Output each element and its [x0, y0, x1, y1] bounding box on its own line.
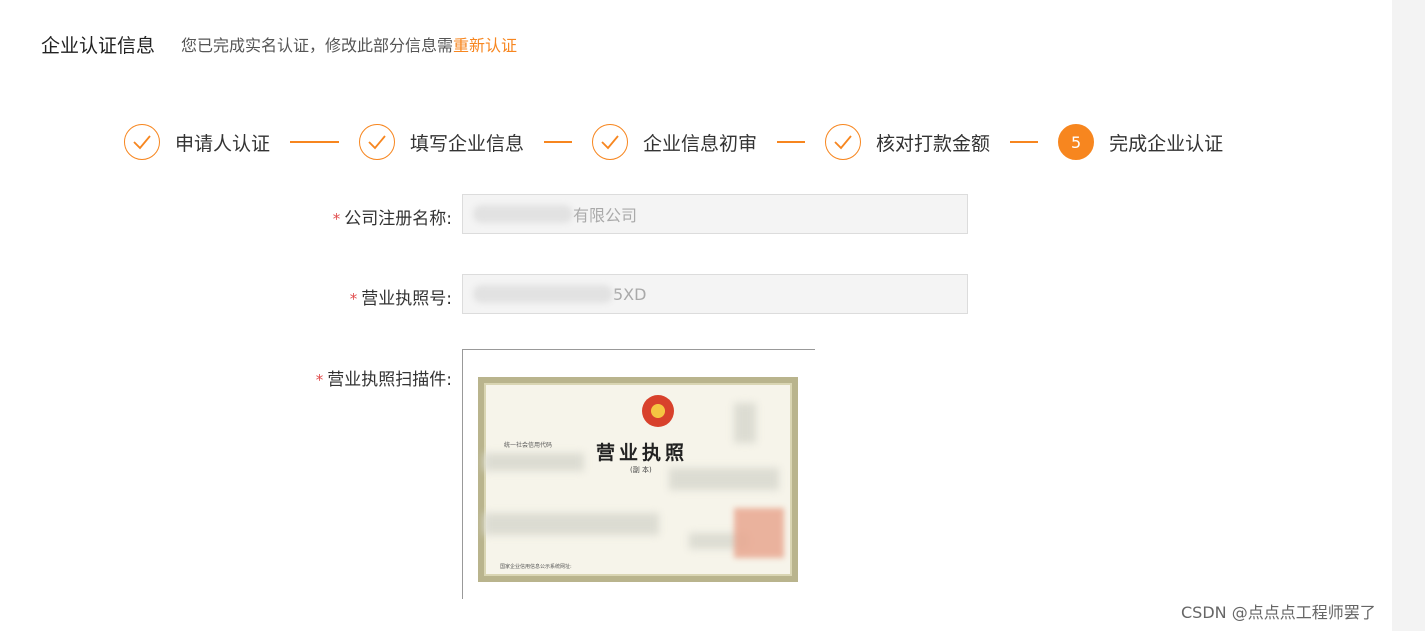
national-emblem-icon [642, 395, 674, 427]
company-name-field[interactable]: 有限公司 [462, 194, 968, 234]
progress-steps: 申请人认证 填写企业信息 企业信息初审 核对打款金额 5 完成企业认证 [124, 122, 1223, 162]
required-mark: * [332, 210, 341, 228]
required-mark: * [349, 290, 358, 308]
step-company-info: 填写企业信息 [359, 124, 524, 160]
scrollbar-track[interactable] [1392, 0, 1425, 631]
form-row-license-no: * 营业执照号: 5XD [0, 274, 1000, 314]
preview-border [462, 349, 815, 350]
stamp-seal [734, 508, 784, 558]
step-label: 核对打款金额 [876, 132, 991, 155]
check-icon [825, 124, 862, 160]
step-label: 填写企业信息 [410, 132, 525, 155]
company-name-value: 有限公司 [573, 206, 638, 225]
check-icon [359, 124, 396, 160]
label-text: 公司注册名称: [344, 209, 452, 229]
license-number-field[interactable]: 5XD [462, 274, 968, 314]
redacted-area [734, 403, 756, 443]
step-complete: 5 完成企业认证 [1058, 124, 1223, 160]
redacted-area [484, 453, 584, 471]
license-number-value: 5XD [613, 284, 647, 304]
step-label: 企业信息初审 [643, 132, 758, 155]
license-scan-preview[interactable]: 统一社会信用代码 营业执照 (副 本) 国家企业信用信息公示系统网址: [462, 349, 815, 599]
step-connector [290, 141, 340, 143]
label-text: 营业执照扫描件: [327, 370, 452, 390]
field-label: * 公司注册名称: [333, 204, 452, 229]
redacted-value [473, 205, 573, 223]
step-connector [544, 141, 573, 143]
redacted-value [473, 285, 613, 303]
source-watermark: CSDN @点点点工程师罢了 [1181, 603, 1376, 622]
preview-border [462, 349, 463, 599]
step-verify-payment: 核对打款金额 [825, 124, 990, 160]
reauth-link[interactable]: 重新认证 [453, 36, 517, 55]
step-label: 完成企业认证 [1109, 132, 1224, 155]
auth-notice: 您已完成实名认证，修改此部分信息需重新认证 [181, 32, 517, 56]
page-title: 企业认证信息 [41, 34, 156, 57]
step-number-badge: 5 [1058, 124, 1095, 160]
business-license-image: 统一社会信用代码 营业执照 (副 本) 国家企业信用信息公示系统网址: [478, 377, 798, 582]
certificate-title: 营业执照 [596, 442, 689, 464]
check-icon [592, 124, 629, 160]
redacted-area [484, 513, 659, 535]
step-initial-review: 企业信息初审 [592, 124, 757, 160]
notice-text: 您已完成实名认证，修改此部分信息需 [181, 36, 454, 55]
step-applicant: 申请人认证 [124, 124, 270, 160]
step-connector [1010, 141, 1039, 143]
form-row-company-name: * 公司注册名称: 有限公司 [0, 194, 1000, 234]
certificate-subtitle: (副 本) [630, 466, 652, 474]
page-header: 企业认证信息 您已完成实名认证，修改此部分信息需重新认证 [41, 31, 517, 57]
redacted-area [669, 468, 779, 490]
field-label: * 营业执照扫描件: [316, 365, 452, 390]
field-label: * 营业执照号: [350, 284, 452, 309]
label-text: 营业执照号: [361, 289, 452, 309]
credit-code-label: 统一社会信用代码 [504, 442, 553, 449]
certificate-footer: 国家企业信用信息公示系统网址: [500, 564, 572, 570]
required-mark: * [315, 371, 324, 389]
check-icon [124, 124, 160, 160]
step-label: 申请人认证 [175, 132, 271, 155]
step-connector [777, 141, 806, 143]
